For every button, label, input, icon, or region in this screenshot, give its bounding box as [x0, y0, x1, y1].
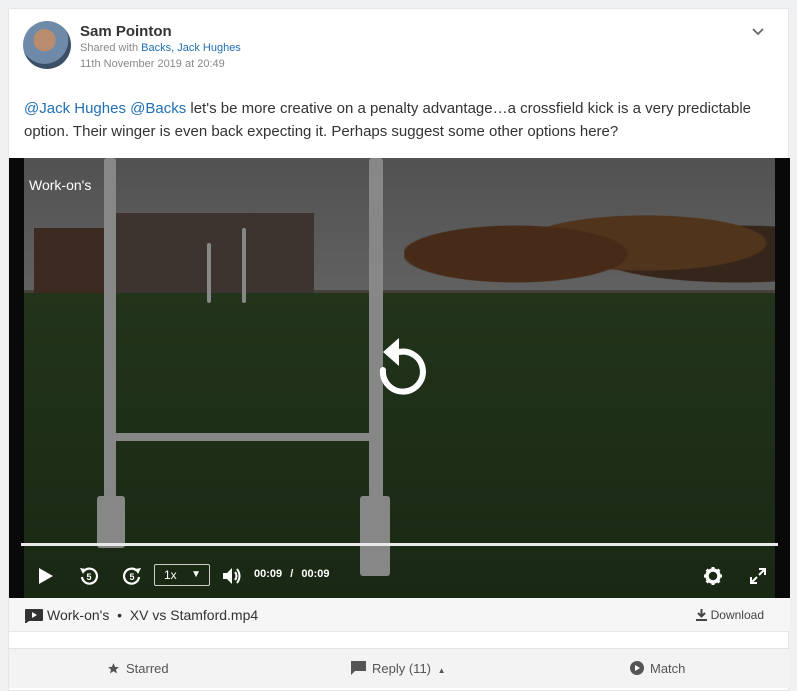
match-button[interactable]: Match	[630, 661, 685, 676]
play-circle-icon	[630, 661, 644, 675]
star-icon	[108, 663, 119, 674]
progress-bar[interactable]	[21, 543, 778, 546]
post-date: 11th November 2019 at 20:49	[80, 58, 225, 70]
current-time: 00:09	[254, 568, 283, 580]
svg-text:5: 5	[86, 572, 91, 582]
time-display: 00:09 / 00:09	[254, 568, 329, 580]
svg-text:5: 5	[129, 572, 134, 582]
chevron-down-icon[interactable]	[750, 23, 766, 39]
match-label: Match	[650, 661, 686, 676]
post-actions: Starred Reply (11) ▲ Match	[9, 648, 790, 688]
play-icon[interactable]	[37, 566, 55, 586]
video-label: Work-on's	[29, 177, 92, 193]
author-name[interactable]: Sam Pointon	[80, 23, 172, 40]
volume-icon[interactable]	[221, 566, 243, 586]
starred-label: Starred	[126, 661, 169, 676]
mention-backs[interactable]: @Backs	[130, 100, 186, 117]
download-label: Download	[710, 608, 764, 622]
fullscreen-icon[interactable]	[749, 566, 767, 586]
shared-with: Shared with Backs, Jack Hughes	[80, 42, 241, 54]
attachment-title[interactable]: Work-on's • XV vs Stamford.mp4	[47, 607, 258, 623]
time-separator: /	[290, 568, 294, 580]
avatar[interactable]	[23, 21, 71, 69]
starred-button[interactable]: Starred	[107, 661, 169, 676]
shared-prefix: Shared with	[80, 42, 139, 54]
rewind-5-icon[interactable]: 5	[79, 566, 99, 586]
speed-select[interactable]: 1x ▼	[154, 564, 210, 586]
duration: 00:09	[301, 568, 330, 580]
settings-gear-icon[interactable]	[703, 566, 723, 586]
video-controls: 5 5 1x ▼ 00:09 / 00:09	[9, 558, 790, 594]
speed-value: 1x	[164, 568, 177, 582]
reply-label: Reply (11)	[372, 661, 432, 676]
download-button[interactable]: Download	[695, 608, 764, 622]
comment-icon	[351, 661, 366, 675]
attachment-bar: Work-on's • XV vs Stamford.mp4 Download	[9, 598, 790, 632]
shared-with-links[interactable]: Backs, Jack Hughes	[141, 42, 241, 54]
post-card: Sam Pointon Shared with Backs, Jack Hugh…	[8, 8, 790, 691]
mention-jack-hughes[interactable]: @Jack Hughes	[24, 100, 126, 117]
post-body: @Jack Hughes @Backs let's be more creati…	[24, 97, 779, 143]
caret-up-icon: ▲	[437, 666, 446, 675]
download-icon	[695, 609, 707, 621]
replay-icon[interactable]	[369, 336, 433, 408]
reply-button[interactable]: Reply (11) ▲	[351, 661, 446, 676]
video-camera-icon	[25, 609, 43, 623]
video-player[interactable]: Work-on's 5 5 1x ▼ 00:09 / 00:09	[9, 158, 790, 598]
forward-5-icon[interactable]: 5	[122, 566, 142, 586]
caret-down-icon: ▼	[191, 569, 201, 580]
